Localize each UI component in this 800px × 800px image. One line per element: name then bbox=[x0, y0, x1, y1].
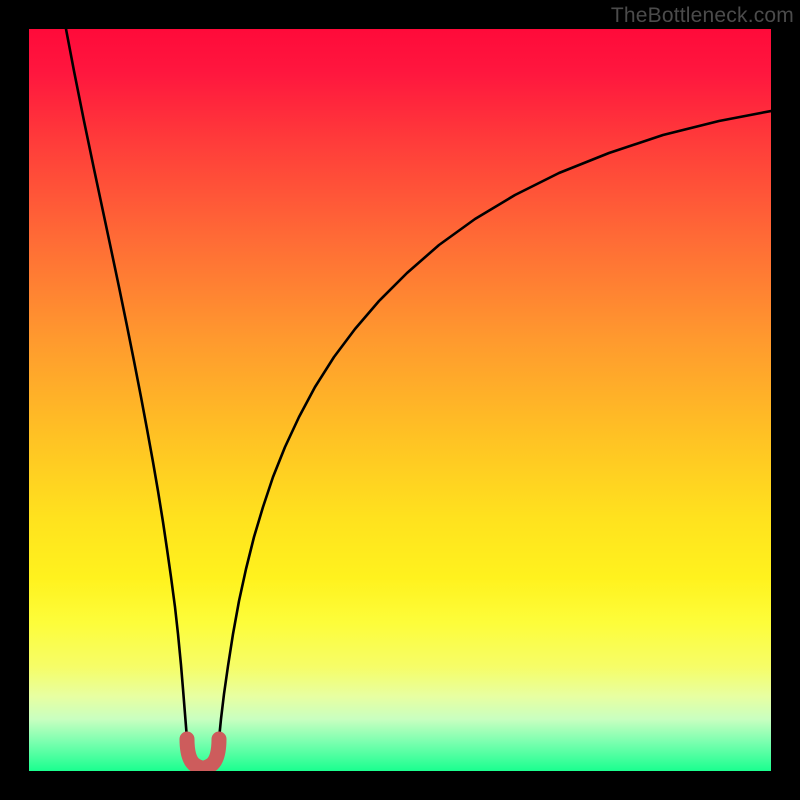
curve-right-branch bbox=[219, 111, 771, 739]
watermark-text: TheBottleneck.com bbox=[611, 4, 794, 28]
curve-left-branch bbox=[66, 29, 187, 739]
plot-area bbox=[29, 29, 771, 771]
outer-frame: TheBottleneck.com bbox=[0, 0, 800, 800]
curve-layer bbox=[29, 29, 771, 771]
cusp-marker bbox=[187, 739, 219, 768]
